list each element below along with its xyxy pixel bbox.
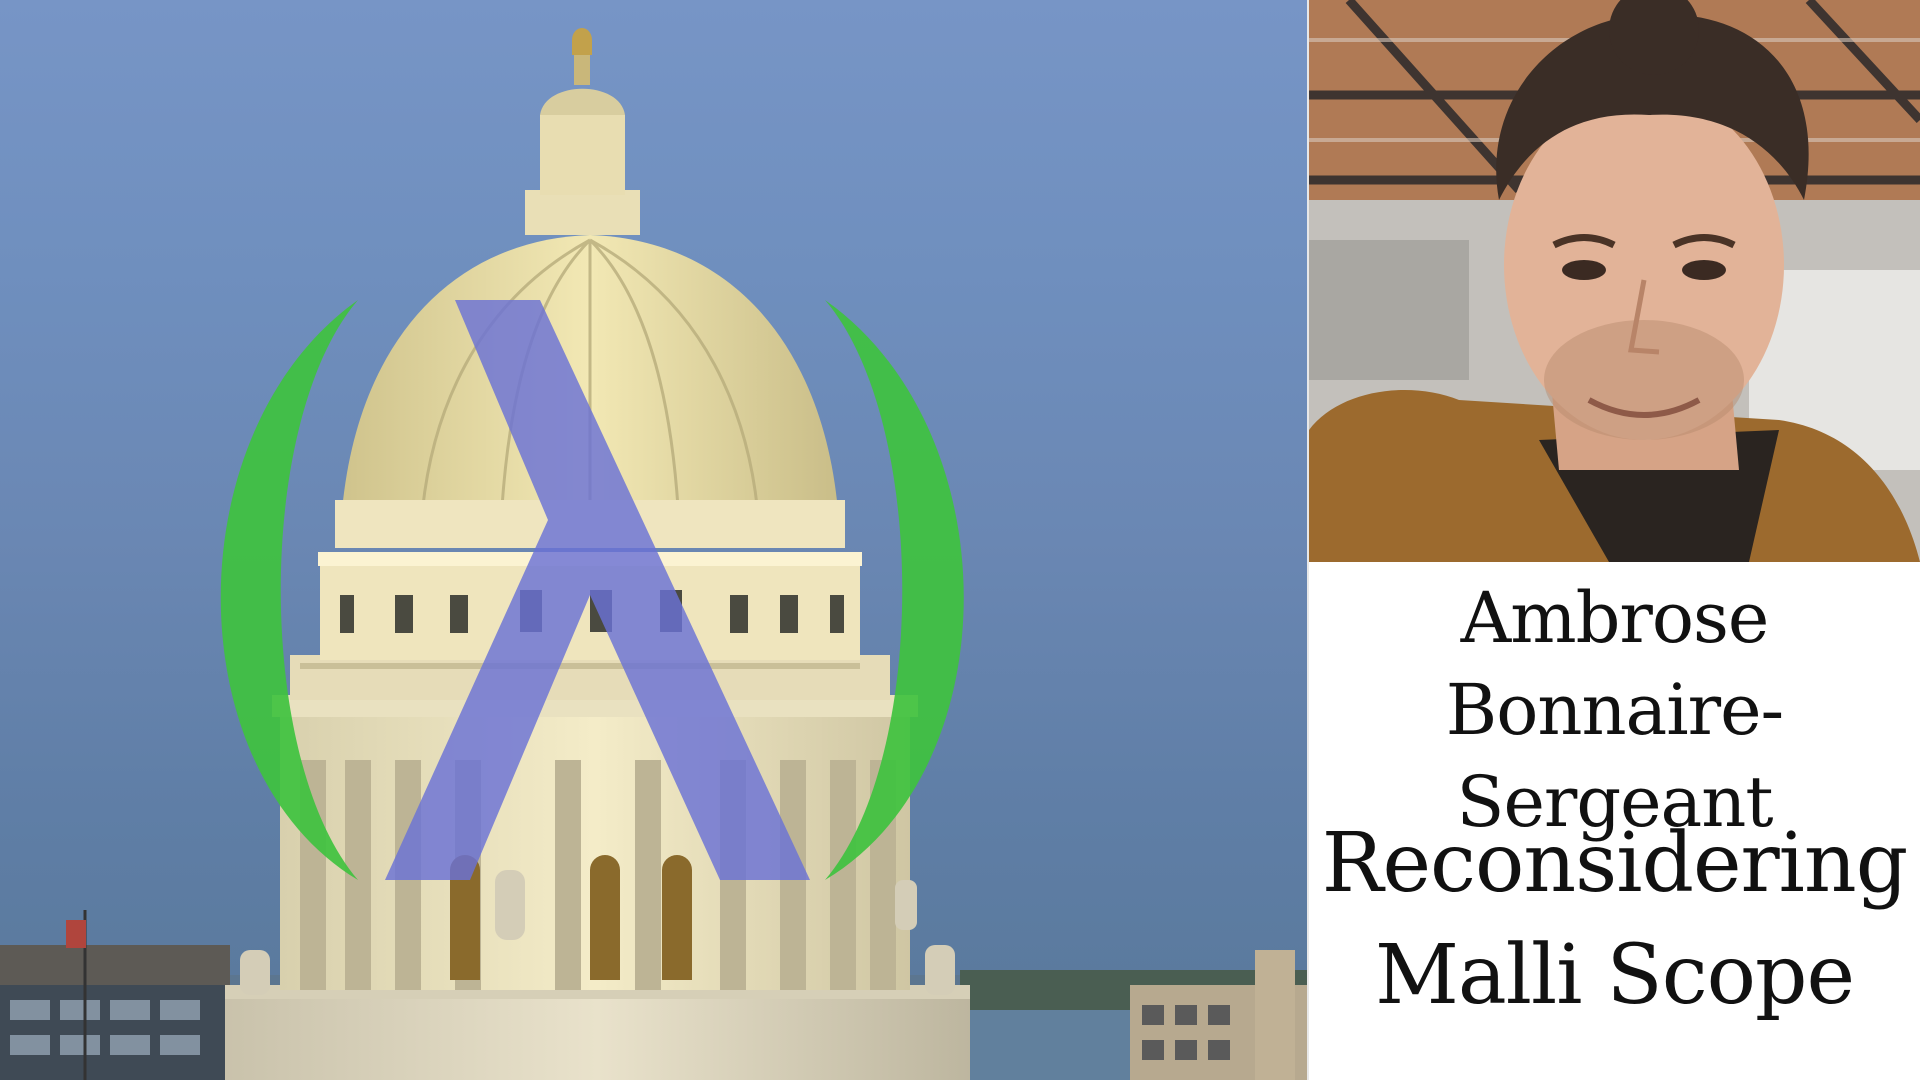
speaker-portrait-illustration xyxy=(1309,0,1920,562)
background-photo-capitol xyxy=(0,0,1307,1080)
speaker-name: Ambrose Bonnaire-Sergeant xyxy=(1445,577,1784,843)
left-parenthesis-mark xyxy=(220,300,358,880)
speaker-photo xyxy=(1309,0,1920,562)
right-parenthesis-mark xyxy=(825,300,964,880)
lambda-in-parentheses-logo xyxy=(220,300,964,880)
talk-title: Reconsidering Malli Scope xyxy=(1321,816,1908,1023)
lambda-mark xyxy=(385,300,810,880)
